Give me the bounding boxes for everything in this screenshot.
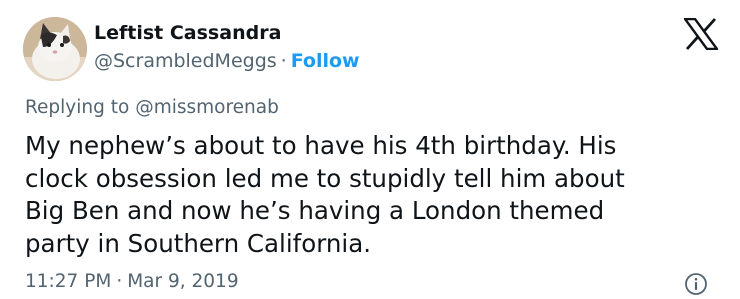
handle-separator: · [280,50,287,72]
replying-to: Replying to @missmorenab [25,97,279,118]
replying-prefix: Replying to [25,97,130,118]
author-display-name[interactable]: Leftist Cassandra [94,22,281,44]
author-handle[interactable]: @ScrambledMeggs [94,50,277,72]
tweet-date: Mar 9, 2019 [127,271,239,292]
author-handle-row: @ScrambledMeggs · Follow [94,50,360,72]
tweet-line: party in Southern California. [25,228,372,258]
timestamp-separator: · [116,271,123,292]
cat-avatar-image [23,17,87,81]
follow-button[interactable]: Follow [291,50,360,72]
avatar[interactable] [23,17,87,81]
x-logo-icon[interactable] [682,17,720,51]
tweet-line: clock obsession led me to stupidly tell … [25,163,625,193]
tweet-text: My nephew’s about to have his 4th birthd… [25,130,725,260]
info-icon[interactable] [684,272,708,296]
tweet-time: 11:27 PM [25,271,112,292]
tweet-card: Leftist Cassandra @ScrambledMeggs · Follow… [0,0,740,299]
tweet-line: Big Ben and now he’s having a London the… [25,196,605,225]
tweet-timestamp[interactable]: 11:27 PM · Mar 9, 2019 [25,271,239,292]
reply-mention-link[interactable]: @missmorenab [135,97,279,118]
tweet-line: My nephew’s about to have his 4th birthd… [25,131,617,160]
